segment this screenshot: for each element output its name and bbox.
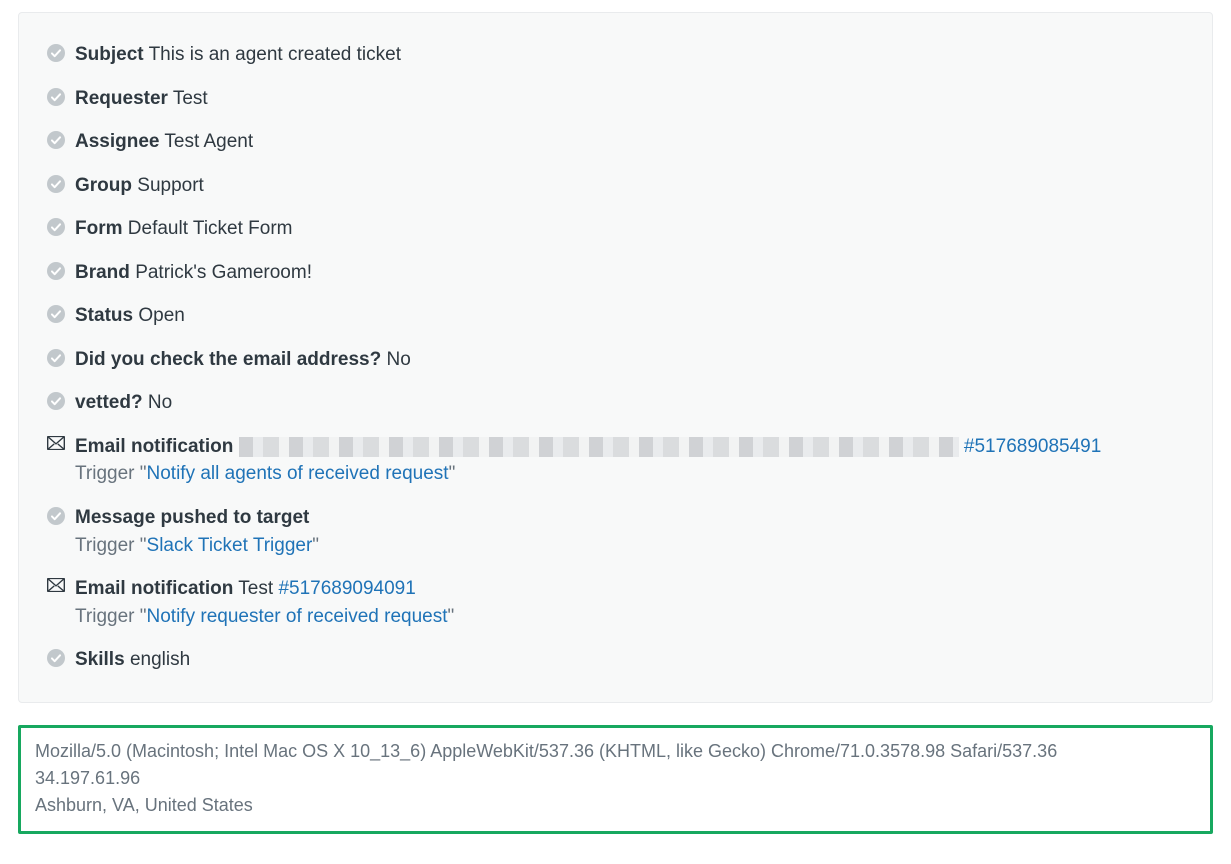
ticket-audit-panel: Subject This is an agent created ticket … xyxy=(18,12,1213,703)
check-icon xyxy=(47,302,75,323)
field-value: Open xyxy=(138,305,184,326)
row-vetted: vetted? No xyxy=(47,383,1184,427)
trigger-link[interactable]: Notify all agents of received request xyxy=(147,463,449,484)
field-value: Patrick's Gameroom! xyxy=(135,262,312,283)
row-group: Group Support xyxy=(47,166,1184,210)
field-value: Test Agent xyxy=(164,131,253,152)
check-icon xyxy=(47,389,75,410)
row-email-notification-2: Email notification Test #517689094091 Tr… xyxy=(47,569,1184,640)
row-form: Form Default Ticket Form xyxy=(47,209,1184,253)
trigger-link[interactable]: Slack Ticket Trigger xyxy=(147,535,313,556)
user-agent: Mozilla/5.0 (Macintosh; Intel Mac OS X 1… xyxy=(35,738,1196,765)
field-label: Skills xyxy=(75,649,125,670)
check-icon xyxy=(47,41,75,62)
check-icon xyxy=(47,346,75,367)
row-status: Status Open xyxy=(47,296,1184,340)
check-icon xyxy=(47,259,75,280)
row-email-check: Did you check the email address? No xyxy=(47,340,1184,384)
check-icon xyxy=(47,85,75,106)
client-info-highlight: Mozilla/5.0 (Macintosh; Intel Mac OS X 1… xyxy=(18,725,1213,834)
field-value: Support xyxy=(137,175,204,196)
field-label: Message pushed to target xyxy=(75,507,309,528)
field-label: Did you check the email address? xyxy=(75,349,381,370)
trigger-line: Trigger "Slack Ticket Trigger" xyxy=(75,532,1184,560)
ticket-link[interactable]: #517689085491 xyxy=(964,436,1101,457)
field-value: No xyxy=(148,392,172,413)
check-icon xyxy=(47,128,75,149)
recipient-name: Test xyxy=(238,578,273,599)
geo-location: Ashburn, VA, United States xyxy=(35,792,1196,819)
field-label: Group xyxy=(75,175,132,196)
field-label: Email notification xyxy=(75,578,233,599)
field-label: Email notification xyxy=(75,436,233,457)
row-brand: Brand Patrick's Gameroom! xyxy=(47,253,1184,297)
row-skills: Skills english xyxy=(47,640,1184,684)
field-value: This is an agent created ticket xyxy=(149,44,401,65)
row-subject: Subject This is an agent created ticket xyxy=(47,35,1184,79)
row-email-notification-1: Email notification #517689085491 Trigger… xyxy=(47,427,1184,498)
field-value: english xyxy=(130,649,190,670)
field-label: Form xyxy=(75,218,123,239)
field-label: Requester xyxy=(75,88,168,109)
mail-icon xyxy=(47,433,75,450)
field-label: Brand xyxy=(75,262,130,283)
redacted-recipient xyxy=(239,437,959,457)
trigger-link[interactable]: Notify requester of received request xyxy=(147,606,448,627)
field-value: No xyxy=(387,349,411,370)
mail-icon xyxy=(47,575,75,592)
field-value: Default Ticket Form xyxy=(128,218,293,239)
trigger-line: Trigger "Notify requester of received re… xyxy=(75,603,1184,631)
check-icon xyxy=(47,215,75,236)
row-message-pushed: Message pushed to target Trigger "Slack … xyxy=(47,498,1184,569)
field-label: Status xyxy=(75,305,133,326)
trigger-line: Trigger "Notify all agents of received r… xyxy=(75,460,1184,488)
row-assignee: Assignee Test Agent xyxy=(47,122,1184,166)
row-requester: Requester Test xyxy=(47,79,1184,123)
field-label: Subject xyxy=(75,44,144,65)
check-icon xyxy=(47,646,75,667)
check-icon xyxy=(47,172,75,193)
field-label: Assignee xyxy=(75,131,159,152)
ticket-link[interactable]: #517689094091 xyxy=(278,578,415,599)
ip-address: 34.197.61.96 xyxy=(35,765,1196,792)
field-label: vetted? xyxy=(75,392,143,413)
field-value: Test xyxy=(173,88,208,109)
check-icon xyxy=(47,504,75,525)
